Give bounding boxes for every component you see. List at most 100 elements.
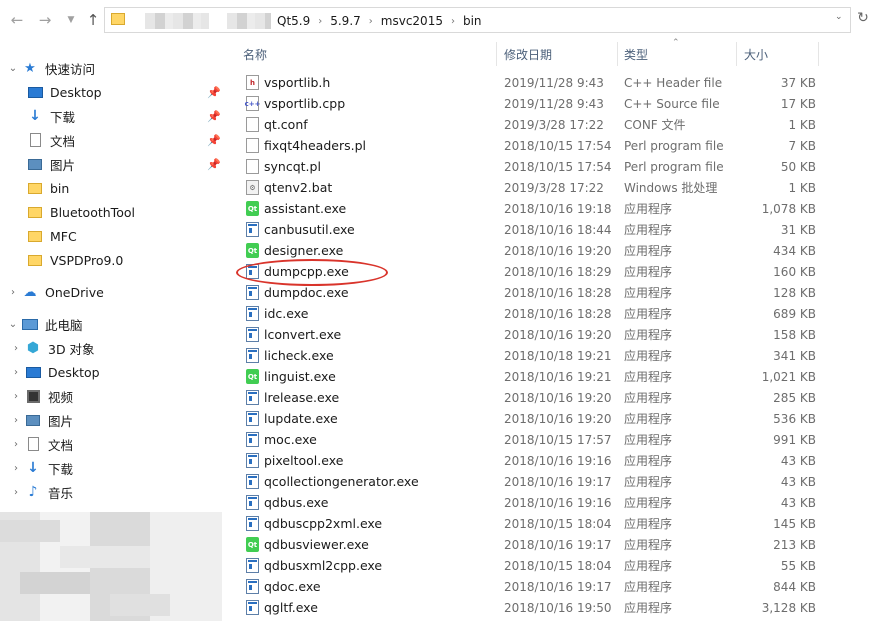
sidebar-item-folder-vspdpro[interactable]: VSPDPro9.0 <box>0 249 226 271</box>
breadcrumb-separator-icon[interactable]: › <box>363 16 379 27</box>
file-row[interactable]: qdoc.exe 2018/10/16 19:17 应用程序 844 KB <box>226 576 826 597</box>
file-row[interactable]: syncqt.pl 2018/10/15 17:54 Perl program fi… <box>226 156 826 177</box>
file-name: lupdate.exe <box>264 411 338 426</box>
file-name: licheck.exe <box>264 348 334 363</box>
file-row[interactable]: licheck.exe 2018/10/18 19:21 应用程序 341 KB <box>226 345 826 366</box>
chevron-down-icon[interactable]: ⌄ <box>5 319 21 330</box>
refresh-icon[interactable]: ↻ <box>855 10 871 28</box>
file-name: dumpcpp.exe <box>264 264 349 279</box>
sidebar-item-music[interactable]: › ♪ 音乐 <box>0 481 226 503</box>
sidebar-item-pictures[interactable]: 图片 📌 <box>0 153 226 175</box>
column-divider[interactable] <box>496 42 497 66</box>
pin-icon: 📌 <box>207 133 221 147</box>
column-divider[interactable] <box>818 42 819 66</box>
file-name: dumpdoc.exe <box>264 285 349 300</box>
file-row[interactable]: dumpcpp.exe 2018/10/16 18:29 应用程序 160 KB <box>226 261 826 282</box>
file-row[interactable]: lconvert.exe 2018/10/16 19:20 应用程序 158 KB <box>226 324 826 345</box>
chevron-right-icon[interactable]: › <box>8 439 24 450</box>
forward-arrow-icon[interactable]: → <box>36 11 54 29</box>
chevron-right-icon[interactable]: › <box>8 391 24 402</box>
chevron-right-icon[interactable]: › <box>5 287 21 298</box>
chevron-right-icon[interactable]: › <box>8 367 24 378</box>
file-row[interactable]: ⚙ qtenv2.bat 2019/3/28 17:22 Windows 批处理 1 K… <box>226 177 826 198</box>
file-row[interactable]: Qt qdbusviewer.exe 2018/10/16 19:17 应用程序 213… <box>226 534 826 555</box>
sidebar-item-label: 图片 <box>48 413 74 429</box>
column-divider[interactable] <box>617 42 618 66</box>
file-row[interactable]: qcollectiongenerator.exe 2018/10/16 19:17… <box>226 471 826 492</box>
file-row[interactable]: pixeltool.exe 2018/10/16 19:16 应用程序 43 KB <box>226 450 826 471</box>
file-row[interactable]: dumpdoc.exe 2018/10/16 18:28 应用程序 128 KB <box>226 282 826 303</box>
sidebar-item-pc-pictures[interactable]: › 图片 <box>0 409 226 431</box>
file-type: 应用程序 <box>624 307 673 321</box>
sidebar-item-label: 3D 对象 <box>48 341 95 357</box>
file-row[interactable]: h vsportlib.h 2019/11/28 9:43 C++ Header fi… <box>226 72 826 93</box>
chevron-down-icon[interactable]: ⌄ <box>5 63 21 74</box>
breadcrumb-item[interactable]: Qt5.9 <box>275 14 312 28</box>
sidebar-item-quick-access[interactable]: ⌄ ★ 快速访问 <box>0 57 226 79</box>
sidebar-item-pc-desktop[interactable]: › Desktop <box>0 361 226 383</box>
file-row[interactable]: moc.exe 2018/10/15 17:57 应用程序 991 KB <box>226 429 826 450</box>
sidebar-item-video[interactable]: › 视频 <box>0 385 226 407</box>
file-size: 285 KB <box>773 390 816 405</box>
address-dropdown-icon[interactable]: ⌄ <box>835 12 843 22</box>
file-type: 应用程序 <box>624 265 673 279</box>
breadcrumb-item[interactable]: msvc2015 <box>379 14 445 28</box>
text-file-icon <box>246 138 259 153</box>
sidebar-item-3d-objects[interactable]: › ⬢ 3D 对象 <box>0 337 226 359</box>
file-row[interactable]: c++ vsportlib.cpp 2019/11/28 9:43 C++ Sourc… <box>226 93 826 114</box>
file-size: 43 KB <box>780 453 816 468</box>
pictures-icon <box>24 412 42 428</box>
chevron-right-icon[interactable]: › <box>8 487 24 498</box>
back-arrow-icon[interactable]: ← <box>8 11 26 29</box>
cloud-icon: ☁ <box>23 284 37 300</box>
file-row[interactable]: qt.conf 2019/3/28 17:22 CONF 文件 1 KB <box>226 114 826 135</box>
file-date: 2018/10/16 19:18 <box>504 201 612 216</box>
sidebar-item-folder-bluetoothtool[interactable]: BluetoothTool <box>0 201 226 223</box>
file-row[interactable]: qgltf.exe 2018/10/16 19:50 应用程序 3,128 KB <box>226 597 826 618</box>
file-name: fixqt4headers.pl <box>264 138 366 153</box>
sidebar-item-downloads[interactable]: ↓ 下载 📌 <box>0 105 226 127</box>
breadcrumb-separator-icon[interactable]: › <box>312 16 328 27</box>
sidebar-item-this-pc[interactable]: ⌄ 此电脑 <box>0 313 226 335</box>
file-row[interactable]: qdbuscpp2xml.exe 2018/10/15 18:04 应用程序 145 … <box>226 513 826 534</box>
file-date: 2018/10/16 19:20 <box>504 390 612 405</box>
file-type: Perl program file <box>624 159 724 174</box>
sidebar-item-desktop[interactable]: Desktop 📌 <box>0 81 226 103</box>
column-divider[interactable] <box>736 42 737 66</box>
breadcrumb-item[interactable]: bin <box>461 14 484 28</box>
recent-locations-chevron-icon[interactable]: ▼ <box>62 11 80 29</box>
file-type: 应用程序 <box>624 349 673 363</box>
sidebar-item-folder-bin[interactable]: bin <box>0 177 226 199</box>
sidebar-item-pc-documents[interactable]: › 文档 <box>0 433 226 455</box>
file-row[interactable]: Qt assistant.exe 2018/10/16 19:18 应用程序 1,078… <box>226 198 826 219</box>
file-row[interactable]: Qt designer.exe 2018/10/16 19:20 应用程序 434 KB <box>226 240 826 261</box>
sidebar-item-onedrive[interactable]: › ☁ OneDrive <box>0 281 226 303</box>
sidebar-item-pc-downloads[interactable]: › ↓ 下载 <box>0 457 226 479</box>
sidebar-item-documents[interactable]: 文档 📌 <box>0 129 226 151</box>
file-row[interactable]: qdbusxml2cpp.exe 2018/10/15 18:04 应用程序 55 K… <box>226 555 826 576</box>
file-date: 2018/10/16 18:28 <box>504 285 612 300</box>
file-row[interactable]: fixqt4headers.pl 2018/10/15 17:54 Perl pro… <box>226 135 826 156</box>
file-row[interactable]: lupdate.exe 2018/10/16 19:20 应用程序 536 KB <box>226 408 826 429</box>
column-header-name[interactable]: 名称 <box>243 46 267 63</box>
column-header-date[interactable]: 修改日期 <box>504 46 552 63</box>
column-header-size[interactable]: 大小 <box>744 46 768 63</box>
chevron-right-icon[interactable]: › <box>8 415 24 426</box>
file-date: 2018/10/16 19:17 <box>504 537 612 552</box>
file-row[interactable]: qdbus.exe 2018/10/16 19:16 应用程序 43 KB <box>226 492 826 513</box>
chevron-right-icon[interactable]: › <box>8 463 24 474</box>
breadcrumb-separator-icon[interactable]: › <box>445 16 461 27</box>
chevron-right-icon[interactable]: › <box>8 343 24 354</box>
file-size: 17 KB <box>780 96 816 111</box>
file-row[interactable]: idc.exe 2018/10/16 18:28 应用程序 689 KB <box>226 303 826 324</box>
column-header-type[interactable]: 类型 <box>624 46 648 63</box>
breadcrumb-item[interactable]: 5.9.7 <box>328 14 363 28</box>
up-arrow-icon[interactable]: ↑ <box>84 11 102 29</box>
exe-file-icon <box>246 453 259 468</box>
address-bar[interactable]: Qt5.9 › 5.9.7 › msvc2015 › bin ⌄ <box>104 7 851 33</box>
sidebar-item-folder-mfc[interactable]: MFC <box>0 225 226 247</box>
file-type: 应用程序 <box>624 244 673 258</box>
file-row[interactable]: canbusutil.exe 2018/10/16 18:44 应用程序 31 KB <box>226 219 826 240</box>
file-row[interactable]: lrelease.exe 2018/10/16 19:20 应用程序 285 KB <box>226 387 826 408</box>
file-row[interactable]: Qt linguist.exe 2018/10/16 19:21 应用程序 1,021 … <box>226 366 826 387</box>
